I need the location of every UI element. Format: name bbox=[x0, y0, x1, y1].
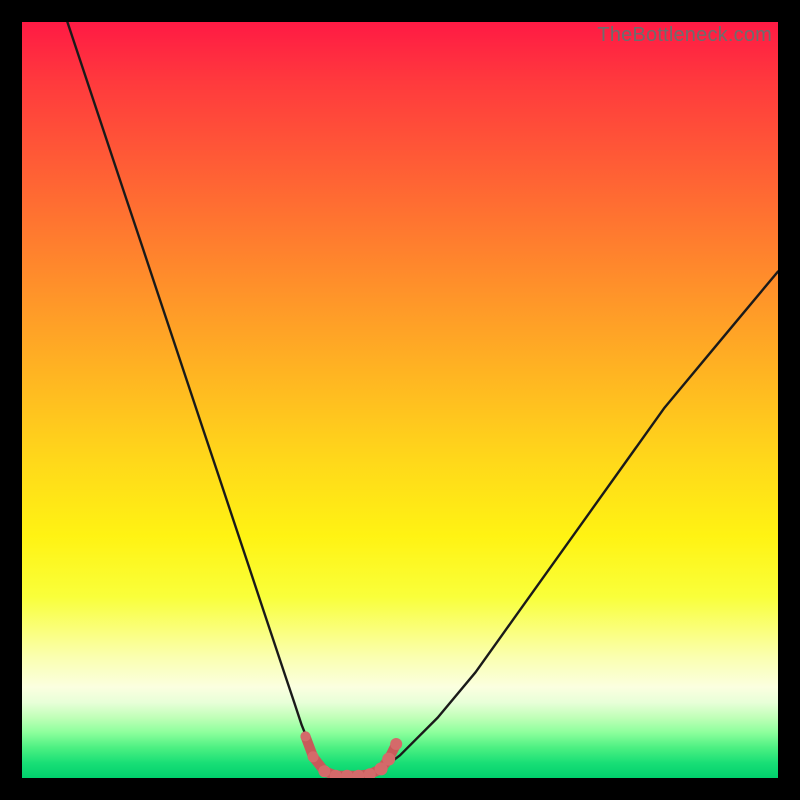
optimal-marker-dot bbox=[382, 753, 395, 766]
watermark-text: TheBottleneck.com bbox=[597, 24, 772, 47]
plot-area: TheBottleneck.com bbox=[22, 22, 778, 778]
optimal-marker-dot bbox=[390, 738, 402, 750]
curve-layer bbox=[22, 22, 778, 778]
optimal-marker-dot bbox=[308, 751, 319, 762]
optimal-marker-dot bbox=[318, 765, 330, 777]
chart-frame: TheBottleneck.com bbox=[0, 0, 800, 800]
optimal-marker-dot bbox=[301, 731, 311, 741]
bottleneck-curve bbox=[67, 22, 778, 776]
